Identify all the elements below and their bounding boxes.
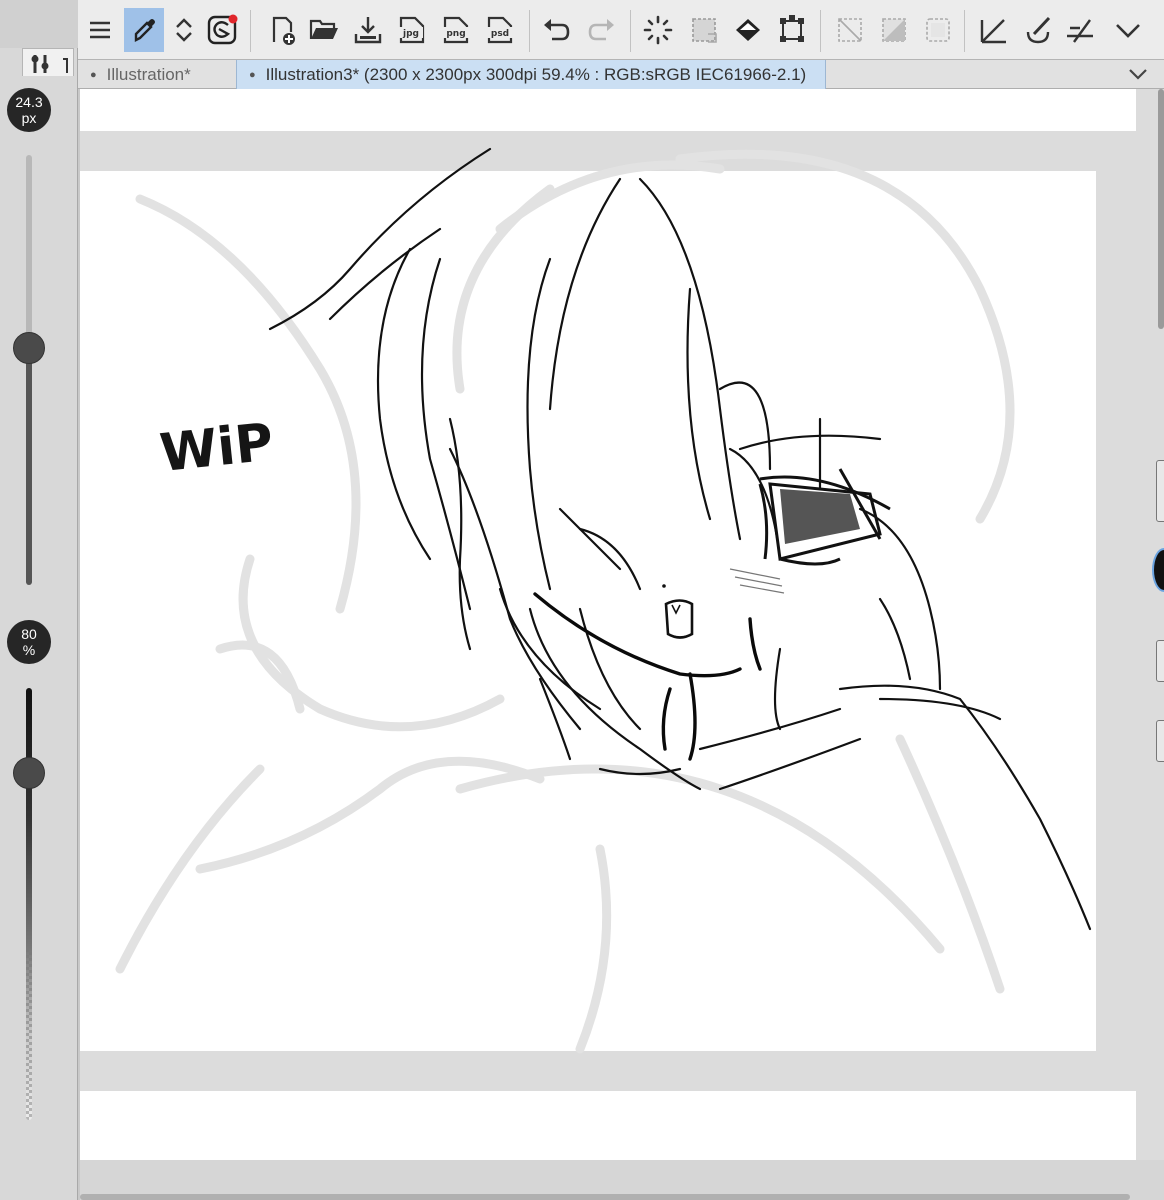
new-canvas-button[interactable]: [262, 8, 302, 52]
save-icon: [354, 17, 382, 44]
jpg-label: jpg: [402, 29, 419, 39]
export-jpg-button[interactable]: jpg: [392, 8, 432, 52]
sliders-icon: [31, 55, 68, 73]
horizontal-scroll-thumb[interactable]: [80, 1194, 1130, 1200]
panel-top-strip: [0, 0, 78, 48]
fill-selection-button[interactable]: [874, 8, 914, 52]
export-psd-button[interactable]: psd: [480, 8, 520, 52]
rough-sketch-layer: [115, 149, 1015, 1054]
panel-tab-button[interactable]: [1156, 720, 1164, 762]
brush-size-unit: px: [21, 110, 37, 126]
brush-size-readout: 24.3 px: [7, 88, 51, 132]
loading-button[interactable]: [638, 8, 678, 52]
png-label: png: [446, 29, 465, 39]
selection-button[interactable]: [684, 8, 724, 52]
perspective-ruler-icon: [1067, 19, 1093, 43]
brush-size-slider-track[interactable]: [26, 155, 32, 585]
brush-icon: [1026, 16, 1051, 44]
export-jpg-icon: jpg: [399, 16, 425, 44]
opacity-unit: %: [22, 642, 36, 658]
companion-button[interactable]: [202, 8, 242, 52]
tool-property-panel: 24.3 px 80 %: [0, 0, 78, 1200]
perspective-ruler-button[interactable]: [1060, 8, 1100, 52]
right-panel-edge: [1150, 440, 1164, 1200]
color-indicator[interactable]: [1152, 548, 1164, 592]
opacity-readout: 80 %: [7, 620, 51, 664]
export-png-button[interactable]: png: [436, 8, 476, 52]
tool-property-tab[interactable]: [22, 48, 74, 76]
panel-tab-button[interactable]: [1156, 640, 1164, 682]
notification-badge: [228, 14, 238, 24]
save-button[interactable]: [348, 8, 388, 52]
deselect-button[interactable]: [918, 8, 958, 52]
more-button[interactable]: [1108, 8, 1148, 52]
expand-collapse-button[interactable]: [164, 8, 204, 52]
menu-button[interactable]: [80, 8, 120, 52]
fill-button[interactable]: [728, 8, 768, 52]
jaw-strokes: [533, 592, 762, 761]
tab-illustration3[interactable]: ● Illustration3* (2300 x 2300px 300dpi 5…: [236, 60, 826, 89]
tab-label: Illustration*: [106, 64, 191, 84]
eye-detail: [729, 468, 891, 594]
tab-label: Illustration3* (2300 x 2300px 300dpi 59.…: [265, 64, 807, 84]
horizontal-scrollbar[interactable]: [80, 1160, 1164, 1200]
command-bar: jpg png psd: [78, 0, 1164, 60]
canvas-paper[interactable]: WiP: [80, 89, 1136, 1160]
clear-selection-button[interactable]: [830, 8, 870, 52]
brush-size-slider-knob[interactable]: [13, 332, 45, 364]
mouth-detail: [662, 584, 694, 639]
selection-dashed-icon: [692, 18, 717, 43]
opacity-slider-track[interactable]: [26, 688, 32, 1120]
brush-button[interactable]: [1018, 8, 1058, 52]
open-button[interactable]: [304, 8, 344, 52]
wip-label: WiP: [157, 412, 276, 484]
eyedropper-icon: [134, 19, 155, 42]
fill-selection-icon: [882, 18, 906, 42]
loading-spinner-icon: [643, 15, 673, 45]
undo-button[interactable]: [536, 8, 576, 52]
export-psd-icon: psd: [487, 16, 513, 44]
ruler-button[interactable]: [974, 8, 1014, 52]
redo-icon: [588, 19, 614, 41]
brush-size-value: 24.3: [15, 94, 43, 110]
eyedropper-button[interactable]: [124, 8, 164, 52]
tab-list-chevron-icon[interactable]: [1128, 66, 1148, 82]
tab-illustration[interactable]: ● Illustration*: [78, 60, 236, 89]
tab-dot-icon: ●: [90, 68, 97, 81]
redo-button[interactable]: [582, 8, 622, 52]
export-png-icon: png: [443, 16, 469, 44]
transform-button[interactable]: [772, 8, 812, 52]
panel-tab-button[interactable]: [1156, 460, 1164, 522]
new-canvas-icon: [272, 16, 295, 45]
fill-bucket-icon: [736, 19, 760, 41]
chevron-down-icon: [1116, 24, 1140, 38]
clear-selection-icon: [838, 18, 862, 42]
companion-icon: [207, 14, 238, 45]
tab-dot-icon: ●: [249, 68, 256, 81]
psd-label: psd: [491, 29, 509, 39]
transform-icon: [780, 15, 804, 42]
opacity-slider-knob[interactable]: [13, 757, 45, 789]
expand-collapse-icon: [176, 18, 192, 42]
ruler-icon: [980, 19, 1006, 44]
undo-icon: [544, 19, 570, 41]
open-folder-icon: [309, 19, 338, 39]
document-tab-bar: ● Illustration* ● Illustration3* (2300 x…: [78, 60, 1164, 89]
vertical-scroll-thumb[interactable]: [1158, 89, 1164, 329]
opacity-value: 80: [21, 626, 37, 642]
menu-icon: [90, 21, 110, 39]
deselect-icon: [926, 18, 950, 42]
